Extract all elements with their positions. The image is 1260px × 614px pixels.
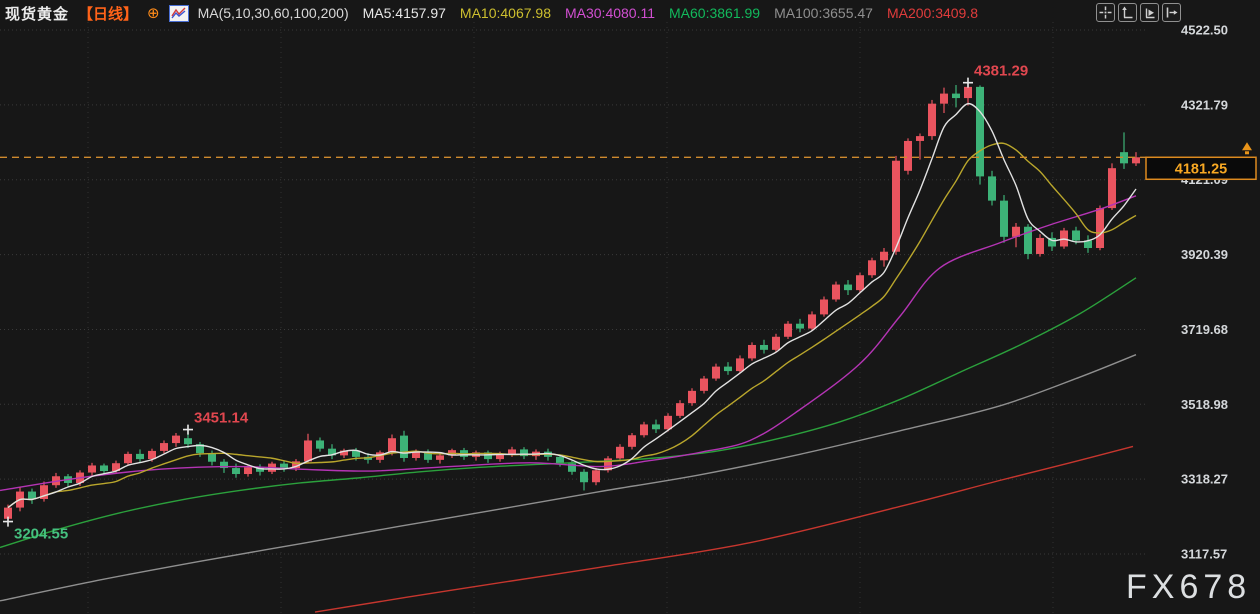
chart-toolbar bbox=[1096, 3, 1181, 22]
ma30-line bbox=[0, 196, 1136, 491]
period-label: 【日线】 bbox=[78, 3, 138, 24]
extreme-markers: 3204.55 3451.14 4381.29 bbox=[3, 63, 1028, 543]
axis-label: 4321.79 bbox=[1181, 97, 1228, 112]
watermark-fx678: FX678 bbox=[1126, 568, 1251, 606]
ma5-value: MA5:4157.97 bbox=[363, 5, 446, 21]
ma60-line bbox=[0, 278, 1136, 548]
extreme-price-label: 3451.14 bbox=[194, 410, 249, 427]
current-price-line bbox=[0, 142, 1252, 157]
extreme-price-label: 3204.55 bbox=[14, 526, 68, 543]
autoscroll-play-icon[interactable] bbox=[1140, 3, 1159, 22]
ma-params-label: MA(5,10,30,60,100,200) bbox=[198, 5, 349, 21]
ma100-line bbox=[0, 355, 1136, 601]
price-axis-labels: 4522.504321.794121.093920.393719.683518.… bbox=[1181, 23, 1228, 562]
axis-label: 3518.98 bbox=[1181, 397, 1228, 412]
extreme-cross-marker bbox=[183, 425, 193, 435]
extreme-price-label: 4381.29 bbox=[974, 63, 1028, 80]
extreme-cross-marker bbox=[963, 78, 973, 88]
ma5-line bbox=[8, 104, 1136, 508]
chart-header: 现货黄金 【日线】 ⊕ MA(5,10,30,60,100,200) MA5:4… bbox=[0, 0, 1260, 26]
ma200-value: MA200:3409.8 bbox=[887, 5, 978, 21]
ma200-line bbox=[315, 446, 1133, 612]
ma100-value: MA100:3655.47 bbox=[774, 5, 873, 21]
pan-right-icon[interactable] bbox=[1162, 3, 1181, 22]
ma10-value: MA10:4067.98 bbox=[460, 5, 551, 21]
axis-scale-up-icon[interactable] bbox=[1118, 3, 1137, 22]
current-price-value: 4181.25 bbox=[1175, 161, 1227, 177]
symbol-title: 现货黄金 bbox=[5, 3, 69, 24]
fit-center-icon[interactable] bbox=[1096, 3, 1115, 22]
current-price-tag: 4181.25 bbox=[1146, 157, 1256, 179]
candles-layer bbox=[4, 83, 1140, 522]
axis-label: 3117.57 bbox=[1181, 547, 1227, 562]
ma60-value: MA60:3861.99 bbox=[669, 5, 760, 21]
chart-window: 4522.504321.794121.093920.393719.683518.… bbox=[0, 0, 1260, 614]
ma30-value: MA30:4080.11 bbox=[565, 5, 655, 21]
gridlines bbox=[0, 22, 1148, 614]
price-chart-canvas[interactable]: 4522.504321.794121.093920.393719.683518.… bbox=[0, 0, 1260, 614]
axis-label: 3318.27 bbox=[1181, 472, 1228, 487]
crosshair-target-icon[interactable]: ⊕ bbox=[147, 6, 160, 21]
axis-label: 3719.68 bbox=[1181, 322, 1228, 337]
ma10-line bbox=[8, 143, 1136, 508]
axis-label: 3920.39 bbox=[1181, 247, 1228, 262]
chart-thumbnail-icon[interactable] bbox=[169, 5, 189, 22]
